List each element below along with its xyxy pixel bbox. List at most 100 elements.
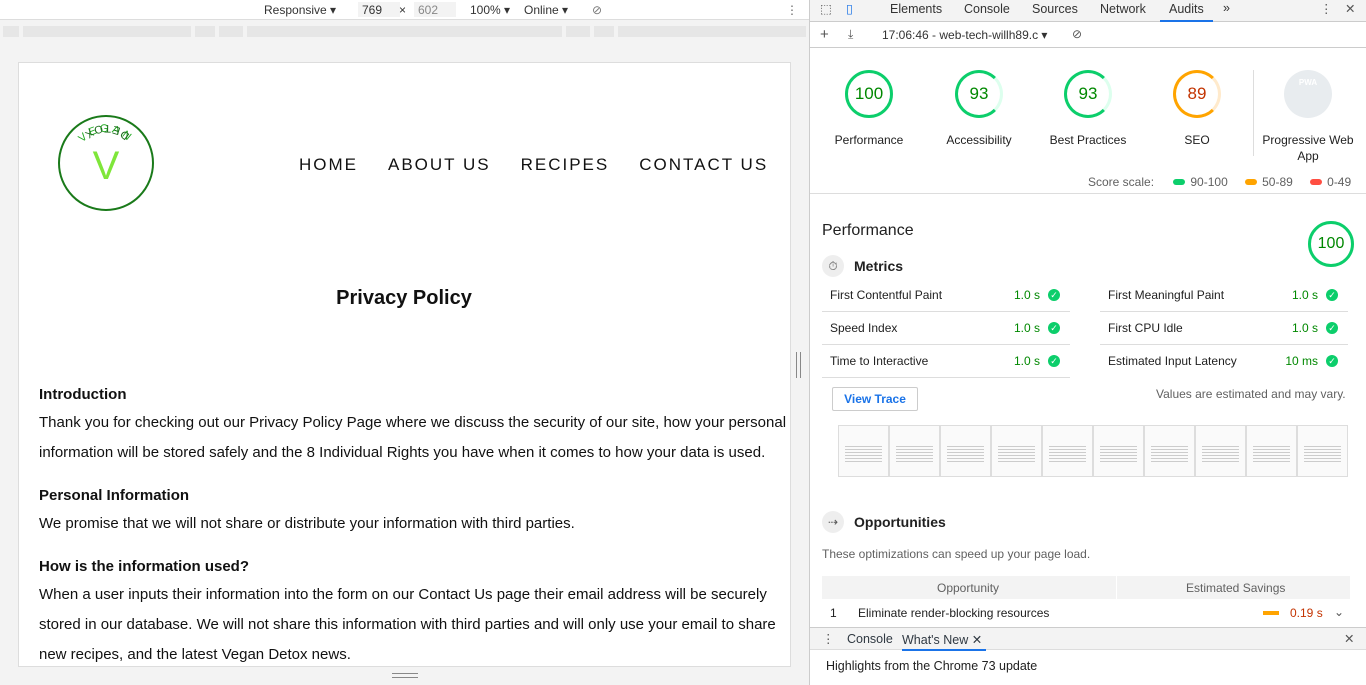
new-audit-icon[interactable]: + <box>820 26 829 43</box>
section-body: We promise that we will not share or dis… <box>39 515 575 532</box>
gauge-score: 93 <box>1064 70 1112 118</box>
gauge-score: 93 <box>955 70 1003 118</box>
filmstrip-frame <box>1297 425 1348 477</box>
performance-score-gauge[interactable]: 100 <box>1308 221 1354 267</box>
zoom-select[interactable]: 100% ▾ <box>470 3 510 17</box>
metric-row: First CPU Idle 1.0 s ✓ <box>1100 312 1348 345</box>
performance-title: Performance <box>822 222 914 239</box>
opportunity-row[interactable]: 1 Eliminate render-blocking resources 0.… <box>822 599 1350 625</box>
savings-bar <box>1263 611 1279 615</box>
timer-icon: ⏱ <box>822 255 844 277</box>
network-throttle-select[interactable]: Online ▾ <box>524 3 568 17</box>
row-index: 1 <box>830 606 837 620</box>
filmstrip-frame <box>1042 425 1093 477</box>
scale-red: 0-49 <box>1327 175 1352 189</box>
filmstrip-frame <box>1093 425 1144 477</box>
pass-check-icon: ✓ <box>1048 322 1060 334</box>
drawer: ⋮ Console What's New ✕ ✕ Highlights from… <box>810 627 1366 685</box>
performance-section: Performance 100 ⏱ Metrics First Contentfu… <box>810 193 1366 620</box>
resize-handle-vertical[interactable] <box>392 673 418 678</box>
device-toggle-icon[interactable]: ▯ <box>846 1 853 21</box>
gauge-label: Progressive Web App <box>1262 133 1354 163</box>
filmstrip-frame <box>1195 425 1246 477</box>
estimate-note: Values are estimated and may vary. <box>1156 387 1346 401</box>
filmstrip-frame <box>889 425 940 477</box>
device-mode-select[interactable]: Responsive ▾ <box>264 3 336 17</box>
view-trace-button[interactable]: View Trace <box>832 387 918 411</box>
tab-console[interactable]: Console <box>964 2 1010 22</box>
device-toolbar: Responsive ▾ × 100% ▾ Online ▾ ⊘ ⋮ <box>0 0 809 20</box>
tab-audits[interactable]: Audits <box>1160 2 1213 22</box>
opportunities-header[interactable]: ⇢ Opportunities <box>822 511 946 533</box>
media-query-ruler[interactable] <box>0 24 809 39</box>
drawer-tab-whats-new[interactable]: What's New ✕ <box>902 632 987 651</box>
devtools-tabbar: ⬚ ▯ Elements Console Sources Network Aud… <box>810 0 1366 22</box>
more-options-icon[interactable]: ⋮ <box>786 3 798 17</box>
col-opportunity: Opportunity <box>937 581 1000 595</box>
tab-network[interactable]: Network <box>1100 2 1146 22</box>
page-title: Privacy Policy <box>336 287 472 309</box>
gauge-pwa[interactable]: PWA Progressive Web App <box>1253 70 1363 164</box>
metric-row: Speed Index 1.0 s ✓ <box>822 312 1070 345</box>
metric-row: Time to Interactive 1.0 s ✓ <box>822 345 1070 378</box>
resize-handle-horizontal[interactable] <box>796 352 801 378</box>
pwa-badge-icon: PWA <box>1284 70 1332 118</box>
section-heading: Introduction <box>39 386 127 403</box>
rotate-icon[interactable]: ⊘ <box>592 3 602 17</box>
drawer-tab-console[interactable]: Console <box>847 632 893 646</box>
clear-audits-icon[interactable]: ⊘ <box>1072 27 1082 41</box>
nav-recipes[interactable]: RECIPES <box>521 155 610 175</box>
close-drawer-icon[interactable]: ✕ <box>1344 631 1354 646</box>
gauge-accessibility[interactable]: 93 Accessibility <box>924 70 1034 148</box>
nav-about-us[interactable]: ABOUT US <box>388 155 491 175</box>
section-heading: How is the information used? <box>39 558 250 575</box>
gauge-label: Performance <box>834 133 904 147</box>
devtools-menu-icon[interactable]: ⋮ <box>1320 1 1333 21</box>
filmstrip-frame <box>838 425 889 477</box>
audit-run-select[interactable]: 17:06:46 - web-tech-willh89.c ▾ <box>882 28 1047 42</box>
gauge-performance[interactable]: 100 Performance <box>814 70 924 148</box>
tab-elements[interactable]: Elements <box>890 2 942 22</box>
gauge-best-practices[interactable]: 93 Best Practices <box>1033 70 1143 148</box>
gauge-seo[interactable]: 89 SEO <box>1142 70 1252 148</box>
metrics-header[interactable]: ⏱ Metrics <box>822 255 903 277</box>
nav-contact-us[interactable]: CONTACT US <box>639 155 768 175</box>
inspect-element-icon[interactable]: ⬚ <box>820 1 832 21</box>
page-viewport: VEGAN V DETOX HOME ABOUT US RECIPES CONT… <box>19 63 790 666</box>
pass-check-icon: ✓ <box>1326 289 1338 301</box>
section-heading: Personal Information <box>39 487 190 504</box>
filmstrip-frame <box>991 425 1042 477</box>
vegan-detox-logo[interactable]: VEGAN V DETOX <box>57 114 155 212</box>
logo-letter: V <box>93 144 120 188</box>
opportunity-table-header: Opportunity Estimated Savings <box>822 576 1350 599</box>
viewport-height-input[interactable] <box>414 2 456 17</box>
filmstrip-frame <box>1144 425 1195 477</box>
drawer-content: Highlights from the Chrome 73 update <box>826 659 1038 673</box>
section-introduction: Introduction Thank you for checking out … <box>39 386 790 468</box>
filmstrip <box>838 425 1348 477</box>
gauge-label: Best Practices <box>1049 133 1127 147</box>
opportunities-description: These optimizations can speed up your pa… <box>822 547 1091 561</box>
row-name: Eliminate render-blocking resources <box>858 606 1050 620</box>
scale-green: 90-100 <box>1190 175 1228 189</box>
score-scale: Score scale: 90-100 50-89 0-49 <box>1088 175 1351 189</box>
drawer-tabbar: ⋮ Console What's New ✕ ✕ <box>810 628 1366 651</box>
scale-orange: 50-89 <box>1262 175 1293 189</box>
gauge-label: SEO <box>1184 133 1210 147</box>
tab-sources[interactable]: Sources <box>1032 2 1078 22</box>
close-devtools-icon[interactable]: ✕ <box>1345 1 1355 21</box>
download-report-icon[interactable]: ⤓ <box>848 27 853 42</box>
nav-home[interactable]: HOME <box>299 155 358 175</box>
section-body: Thank you for checking out our Privacy P… <box>39 414 787 461</box>
drawer-menu-icon[interactable]: ⋮ <box>822 631 835 646</box>
main-nav: HOME ABOUT US RECIPES CONTACT US <box>299 155 768 175</box>
pass-check-icon: ✓ <box>1048 289 1060 301</box>
gauge-score: 100 <box>845 70 893 118</box>
section-information-usage: How is the information used? When a user… <box>39 558 790 666</box>
score-scale-title: Score scale: <box>1088 175 1155 189</box>
more-tabs-icon[interactable]: » <box>1223 1 1230 21</box>
section-personal-information: Personal Information We promise that we … <box>39 487 790 539</box>
close-tab-icon[interactable]: ✕ <box>972 633 982 647</box>
section-body: When a user inputs their information int… <box>39 586 776 663</box>
viewport-width-input[interactable] <box>358 2 400 17</box>
